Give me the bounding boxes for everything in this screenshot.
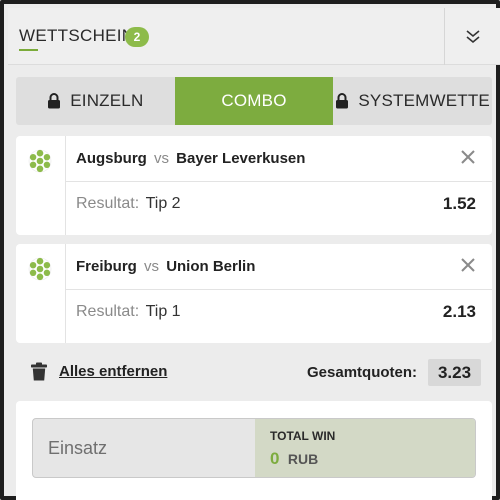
- stake-input[interactable]: [33, 419, 255, 477]
- result-label: Resultat:: [76, 303, 140, 320]
- betslip-panel: WETTSCHEIN 2 EINZELN COMBO SYSTEMWETTE A…: [0, 0, 500, 500]
- close-icon: [461, 258, 475, 272]
- vs-label: vs: [144, 258, 160, 275]
- lock-icon: [336, 93, 349, 109]
- stake-panel: TOTAL WIN 0 RUB: [16, 401, 492, 500]
- tab-combo-label: COMBO: [221, 91, 287, 110]
- away-team: Bayer Leverkusen: [176, 150, 306, 167]
- card-divider-horizontal: [66, 289, 492, 290]
- tab-systemwette[interactable]: SYSTEMWETTE: [333, 77, 492, 125]
- tab-einzeln-label: EINZELN: [70, 91, 144, 110]
- vs-label: vs: [154, 150, 169, 167]
- tip-value: Tip 1: [145, 303, 181, 320]
- result-label: Resultat:: [76, 195, 140, 212]
- bet-selection: Resultat: Tip 2: [76, 195, 181, 213]
- remove-all-label: Alles entfernen: [59, 363, 168, 380]
- home-team: Augsburg: [76, 150, 147, 167]
- bet-count-badge: 2: [125, 27, 149, 47]
- football-icon: [28, 149, 52, 173]
- remove-bet-button[interactable]: [457, 254, 479, 276]
- total-win-amount: 0: [270, 449, 280, 468]
- home-team: Freiburg: [76, 258, 137, 275]
- card-divider-horizontal: [66, 181, 492, 182]
- bet-type-tabs: EINZELN COMBO SYSTEMWETTE: [16, 77, 492, 125]
- tab-einzeln[interactable]: EINZELN: [16, 77, 175, 125]
- tab-systemwette-label: SYSTEMWETTE: [358, 91, 490, 110]
- tab-combo[interactable]: COMBO: [174, 77, 334, 125]
- close-icon: [461, 150, 475, 164]
- betslip-title-text: WETTSCHEIN: [19, 26, 135, 45]
- match-title: Augsburg vs Bayer Leverkusen: [76, 150, 305, 167]
- betslip-title: WETTSCHEIN: [19, 26, 135, 51]
- total-odds-label: Gesamtquoten:: [307, 364, 418, 381]
- tip-value: Tip 2: [145, 195, 181, 212]
- total-win-box: TOTAL WIN 0 RUB: [255, 419, 475, 477]
- card-divider-vertical: [65, 244, 66, 343]
- double-chevron-down-icon: [465, 29, 480, 43]
- bet-card: Freiburg vs Union Berlin Resultat: Tip 1…: [16, 244, 492, 343]
- stake-box: TOTAL WIN 0 RUB: [32, 418, 476, 478]
- bet-selection: Resultat: Tip 1: [76, 303, 181, 321]
- trash-icon: [31, 362, 47, 381]
- bet-odds: 2.13: [442, 302, 476, 321]
- away-team: Union Berlin: [166, 258, 256, 275]
- match-title: Freiburg vs Union Berlin: [76, 258, 255, 275]
- total-odds-value: 3.23: [428, 359, 481, 386]
- total-win-value: 0 RUB: [270, 449, 318, 469]
- bet-odds: 1.52: [442, 194, 476, 213]
- bet-card: Augsburg vs Bayer Leverkusen Resultat: T…: [16, 136, 492, 235]
- card-divider-vertical: [65, 136, 66, 235]
- title-underline: [19, 49, 38, 51]
- remove-all-button[interactable]: Alles entfernen: [30, 362, 167, 381]
- total-win-label: TOTAL WIN: [270, 429, 336, 443]
- currency-label: RUB: [287, 451, 319, 467]
- football-icon: [28, 257, 52, 281]
- lock-icon: [48, 93, 61, 109]
- collapse-button[interactable]: [445, 8, 500, 65]
- betslip-header: WETTSCHEIN 2: [8, 8, 500, 65]
- remove-bet-button[interactable]: [457, 146, 479, 168]
